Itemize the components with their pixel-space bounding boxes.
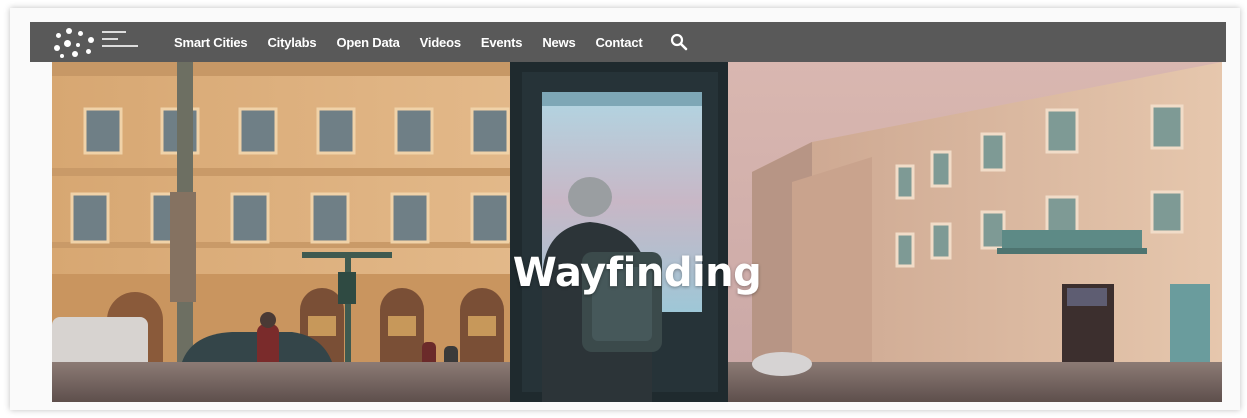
nav-item-news[interactable]: News	[542, 35, 575, 50]
site-logo[interactable]	[52, 25, 152, 59]
top-navbar: Smart Cities Citylabs Open Data Videos E…	[30, 22, 1226, 62]
hero-image	[52, 62, 1222, 402]
nav-item-events[interactable]: Events	[481, 35, 523, 50]
logo-wordmark	[102, 31, 150, 55]
nav-item-smart-cities[interactable]: Smart Cities	[174, 35, 248, 50]
nav-item-citylabs[interactable]: Citylabs	[267, 35, 316, 50]
nav-item-open-data[interactable]: Open Data	[336, 35, 399, 50]
search-icon[interactable]	[670, 33, 688, 51]
hero-banner: Wayfinding	[52, 62, 1222, 402]
nav-item-contact[interactable]: Contact	[595, 35, 642, 50]
nav-item-videos[interactable]: Videos	[420, 35, 461, 50]
hero-title: Wayfinding	[512, 250, 762, 296]
